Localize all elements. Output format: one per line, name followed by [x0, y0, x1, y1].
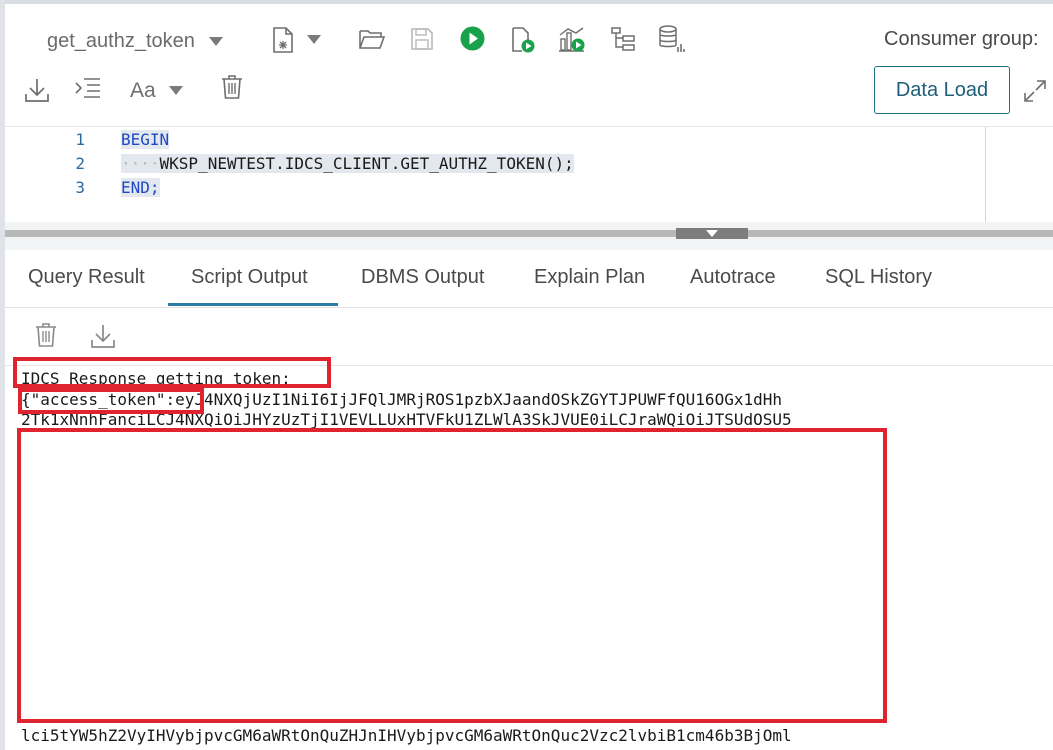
code-line: ····WKSP_NEWTEST.IDCS_CLIENT.GET_AUTHZ_T… — [121, 154, 574, 173]
new-file-icon[interactable] — [271, 26, 295, 54]
active-tab-indicator — [168, 303, 338, 306]
explain-plan-icon[interactable] — [610, 26, 636, 52]
tab-autotrace[interactable]: Autotrace — [690, 266, 776, 289]
access-token-value: eyJ4NXQjUzI1NiI6IjJFQlJMRjROS1pzbXJaandO… — [175, 390, 782, 409]
line-number: 2 — [75, 154, 85, 173]
tab-sql-history[interactable]: SQL History — [825, 266, 932, 289]
pane-splitter[interactable] — [5, 222, 1053, 250]
autotrace-icon[interactable] — [558, 26, 586, 54]
code-line: BEGIN — [121, 130, 170, 149]
output-line: lci5tYW5hZ2VyIHVybjpvcGM6aWRtOnQuZHJnIHV… — [21, 726, 792, 745]
code-statement: WKSP_NEWTEST.IDCS_CLIENT.GET_AUTHZ_TOKEN… — [159, 154, 574, 173]
redaction-box — [17, 428, 887, 723]
format-icon[interactable] — [74, 76, 102, 100]
consumer-group-label: Consumer group: — [884, 28, 1039, 50]
trash-icon[interactable] — [220, 74, 244, 100]
run-script-icon[interactable] — [510, 26, 536, 54]
tab-query-result[interactable]: Query Result — [28, 266, 145, 289]
line-number: 1 — [75, 130, 85, 149]
run-icon[interactable] — [459, 25, 485, 51]
code-keyword: BEGIN — [121, 130, 170, 149]
splitter-bar — [5, 230, 1053, 237]
folder-open-icon[interactable] — [359, 26, 385, 52]
chevron-down-icon — [208, 36, 223, 46]
output-tabs: Query Result Script Output DBMS Output E… — [5, 252, 1053, 308]
code-keyword: END; — [121, 178, 160, 197]
line-number: 3 — [75, 178, 85, 197]
annotation-box — [18, 388, 204, 414]
tab-explain-plan[interactable]: Explain Plan — [534, 266, 645, 289]
script-name: get_authz_token — [47, 29, 195, 52]
text-case-icon[interactable]: Aa — [129, 76, 163, 102]
chevron-down-icon[interactable] — [307, 32, 321, 46]
download-icon[interactable] — [23, 76, 51, 104]
editor-scroll-divider — [985, 127, 986, 223]
download-icon[interactable] — [89, 322, 117, 350]
script-selector[interactable]: get_authz_token — [47, 26, 223, 56]
expand-icon[interactable] — [1022, 78, 1048, 104]
code-line: END; — [121, 178, 160, 197]
trash-icon[interactable] — [34, 322, 58, 348]
splitter-handle[interactable] — [676, 228, 748, 239]
svg-text:Aa: Aa — [130, 79, 156, 100]
database-icon[interactable] — [658, 25, 686, 53]
data-load-button[interactable]: Data Load — [874, 66, 1010, 114]
chevron-down-icon[interactable] — [169, 84, 183, 96]
tab-dbms-output[interactable]: DBMS Output — [361, 266, 484, 289]
chevron-down-icon — [706, 230, 718, 237]
save-icon[interactable] — [410, 26, 434, 52]
worksheet-toolbar: get_authz_token Consumer group: Aa Data … — [5, 4, 1053, 126]
annotation-box — [13, 357, 331, 388]
sql-editor[interactable]: 1 2 3 BEGIN ····WKSP_NEWTEST.IDCS_CLIENT… — [5, 126, 1053, 223]
tab-script-output[interactable]: Script Output — [191, 266, 308, 289]
